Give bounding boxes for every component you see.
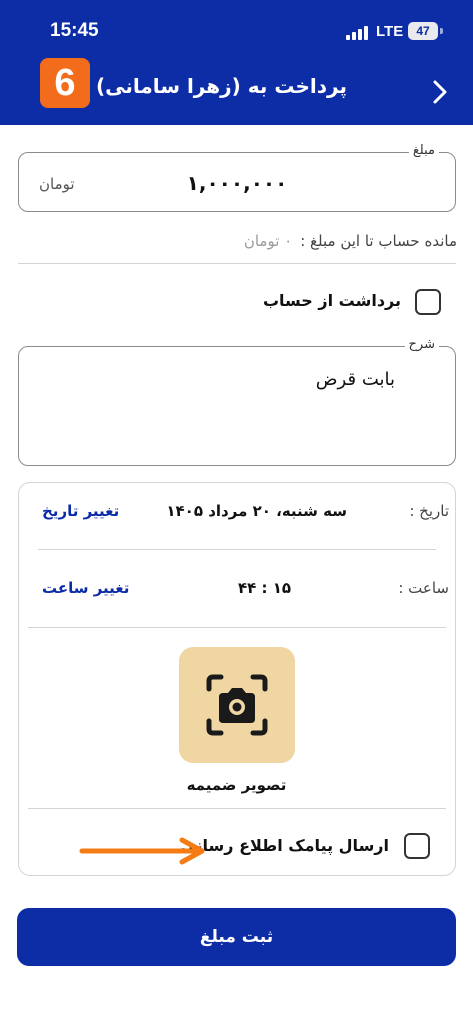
amount-field[interactable]: مبلغ ۱,۰۰۰,۰۰۰ تومان — [18, 143, 456, 212]
time-label: ساعت : — [398, 579, 449, 597]
withdraw-label: برداشت از حساب — [262, 291, 401, 310]
app-logo: 6 — [40, 58, 90, 108]
description-value: بابت قرض — [315, 369, 395, 390]
description-field[interactable]: شرح بابت قرض — [18, 337, 456, 466]
remaining-balance: مانده حساب تا این مبلغ : ۰ تومان — [244, 232, 457, 250]
arrow-annotation-icon — [79, 837, 205, 865]
status-bar: 15:45 LTE 47 — [0, 0, 473, 56]
chevron-right-icon — [433, 80, 447, 104]
remaining-value: ۰ تومان — [243, 232, 293, 250]
attachment-label: تصویر ضمیمه — [186, 776, 287, 794]
app-header: 6 پرداخت به (زهرا سامانی) — [0, 56, 473, 125]
signal-icon — [346, 26, 372, 40]
page-title: پرداخت به (زهرا سامانی) — [96, 74, 347, 98]
attachment-button[interactable] — [179, 647, 295, 763]
battery-icon: 47 — [408, 22, 438, 40]
description-legend: شرح — [404, 337, 439, 352]
date-value: سه شنبه، ۲۰ مرداد ۱۴۰۵ — [166, 502, 347, 520]
camera-scan-icon — [206, 674, 268, 736]
network-type: LTE — [376, 23, 404, 40]
divider — [28, 627, 446, 628]
amount-legend: مبلغ — [408, 143, 439, 158]
remaining-label: مانده حساب تا این مبلغ : — [300, 232, 457, 250]
date-label: تاریخ : — [409, 502, 449, 520]
change-time-button[interactable]: تغییر ساعت — [42, 579, 129, 597]
battery-tip — [440, 28, 443, 34]
amount-value: ۱,۰۰۰,۰۰۰ — [186, 171, 288, 195]
amount-unit: تومان — [39, 175, 75, 193]
sms-checkbox[interactable] — [404, 833, 430, 859]
status-time: 15:45 — [50, 20, 99, 41]
back-button[interactable] — [428, 76, 452, 108]
time-value: ۱۵ : ۴۴ — [238, 579, 292, 597]
divider — [28, 808, 446, 809]
change-date-button[interactable]: تغییر تاریخ — [42, 502, 119, 520]
divider — [18, 263, 456, 264]
submit-button[interactable]: ثبت مبلغ — [17, 908, 456, 966]
divider — [38, 549, 436, 550]
withdraw-checkbox[interactable] — [415, 289, 441, 315]
